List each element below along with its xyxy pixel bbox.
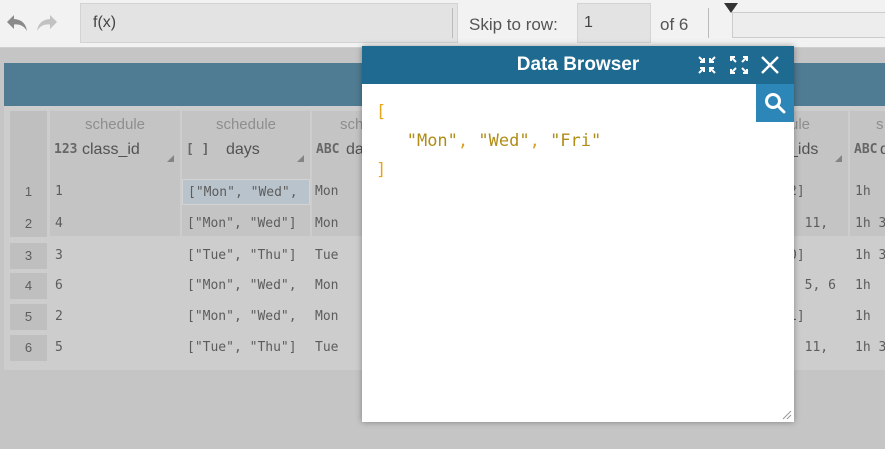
toolbar-divider	[708, 8, 709, 38]
column-group-label: schedule	[215, 116, 277, 133]
cell-days[interactable]: ["Mon", "Wed",	[182, 304, 310, 330]
close-icon	[761, 56, 779, 74]
column-name: d	[880, 141, 885, 158]
search-field[interactable]	[732, 12, 885, 38]
column-group-label: s	[876, 116, 884, 133]
column-group-label: schedule	[84, 116, 146, 133]
row-number[interactable]: 4	[10, 273, 47, 299]
skip-to-row-label: Skip to row:	[469, 15, 558, 34]
json-value: "Wed"	[478, 131, 530, 151]
toolbar: f(x) Skip to row: 1 of 6	[0, 0, 885, 48]
cell-duration[interactable]: 1h	[850, 304, 885, 330]
cell-duration[interactable]: 1h 3	[850, 211, 885, 237]
sort-icon[interactable]	[297, 155, 304, 162]
formula-input[interactable]: f(x)	[80, 3, 458, 43]
dialog-title-bar[interactable]: Data Browser	[362, 46, 794, 84]
search-button[interactable]	[756, 84, 794, 122]
undo-button[interactable]	[4, 10, 30, 36]
column-group-label: ule	[790, 116, 811, 133]
cell-days[interactable]: ["Mon", "Wed",	[182, 273, 310, 299]
close-bracket: ]	[376, 160, 387, 180]
row-count-label: of 6	[660, 15, 689, 34]
array-type-icon: [ ]	[186, 142, 210, 157]
search-icon	[765, 93, 786, 114]
text-type-icon: ABC	[854, 142, 878, 157]
sort-icon[interactable]	[835, 155, 842, 162]
cell-class-id[interactable]: 5	[50, 335, 180, 361]
collapse-button[interactable]	[695, 53, 719, 77]
column-title: [ ] days	[182, 136, 310, 168]
text-type-icon: ABC	[316, 142, 340, 157]
data-browser-dialog: Data Browser ["Mon", "Wed", "Fri"]	[362, 46, 794, 422]
cell-class-id[interactable]: 4	[50, 211, 180, 237]
column-title: 123 class_id	[50, 136, 180, 168]
cell-day[interactable]: Mon	[310, 304, 370, 330]
cell-day[interactable]: Tue	[310, 243, 370, 269]
cell-duration[interactable]: 1h	[850, 179, 885, 205]
close-button[interactable]	[758, 53, 782, 77]
cell-days[interactable]: ["Mon", "Wed"]	[182, 211, 310, 237]
cell-class-id[interactable]: 1	[50, 179, 180, 205]
open-bracket: [	[376, 102, 387, 122]
cell-day[interactable]: Mon	[310, 273, 370, 299]
cell-day[interactable]: Mon	[310, 211, 370, 237]
redo-arrow-icon	[37, 15, 57, 31]
sort-icon[interactable]	[167, 155, 174, 162]
row-number[interactable]: 2	[10, 211, 47, 237]
column-title: ABC d	[850, 136, 885, 168]
number-type-icon: 123	[54, 142, 78, 157]
column-name: class_id	[82, 141, 140, 158]
cell-day[interactable]: Mon	[310, 179, 370, 205]
json-value: "Mon"	[406, 131, 458, 151]
row-number[interactable]: 5	[10, 304, 47, 330]
expand-button[interactable]	[727, 53, 751, 77]
collapse-icon	[698, 56, 716, 74]
row-number[interactable]: 6	[10, 335, 47, 361]
skip-to-row-input[interactable]: 1	[577, 3, 651, 43]
cell-duration[interactable]: 1h 3	[850, 335, 885, 361]
cell-days[interactable]: ["Mon", "Wed",	[182, 179, 310, 205]
cell-day[interactable]: Tue	[310, 335, 370, 361]
json-separator: ,	[457, 131, 479, 151]
row-number[interactable]: 1	[10, 179, 47, 205]
json-separator: ,	[529, 131, 551, 151]
cell-duration[interactable]: 1h	[850, 273, 885, 299]
cell-class-id[interactable]: 6	[50, 273, 180, 299]
column-name: days	[226, 141, 260, 158]
cell-class-id[interactable]: 3	[50, 243, 180, 269]
cell-days[interactable]: ["Tue", "Thu"]	[182, 335, 310, 361]
cell-duration[interactable]: 1h 3	[850, 243, 885, 269]
cell-class-id[interactable]: 2	[50, 304, 180, 330]
cell-days[interactable]: ["Tue", "Thu"]	[182, 243, 310, 269]
expand-icon	[730, 56, 748, 74]
resize-grip-icon[interactable]	[780, 408, 792, 420]
json-value: "Fri"	[550, 131, 602, 151]
toolbar-divider	[452, 8, 453, 38]
undo-arrow-icon	[7, 15, 27, 31]
row-number[interactable]: 3	[10, 243, 47, 269]
json-viewer: [ "Mon", "Wed", "Fri" ]	[376, 98, 601, 185]
redo-button[interactable]	[34, 10, 60, 36]
